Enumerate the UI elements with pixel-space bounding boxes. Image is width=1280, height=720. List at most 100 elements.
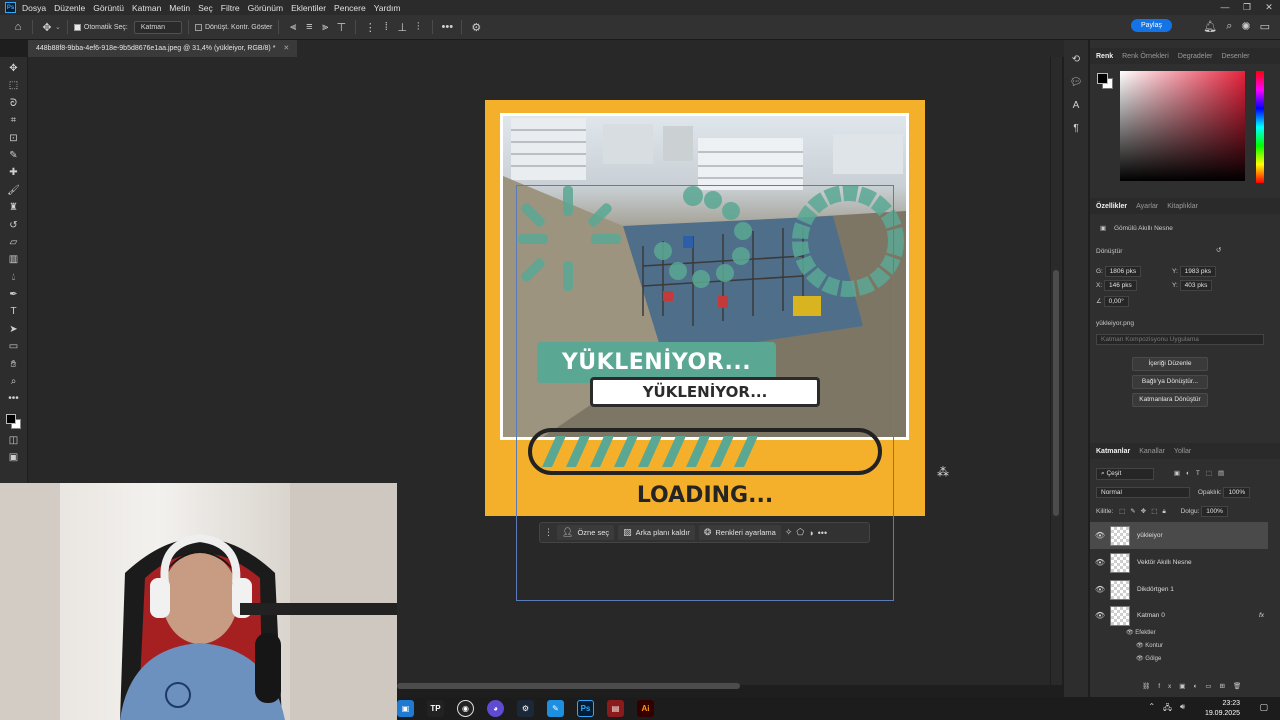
settings-gear-icon[interactable]: ⚙ bbox=[468, 21, 484, 34]
gradient-tool-icon[interactable]: ▥ bbox=[4, 251, 24, 268]
rectangle-tool-icon[interactable]: ▭ bbox=[4, 338, 24, 355]
distribute-horizontal-icon[interactable]: ⫶ bbox=[410, 21, 426, 34]
effect-stroke-row[interactable]: 👁︎ Kontur bbox=[1136, 642, 1163, 649]
height-field[interactable]: 1983 pks bbox=[1179, 266, 1216, 277]
convert-to-layers-button[interactable]: Katmanlara Dönüştür bbox=[1132, 393, 1208, 407]
character-icon[interactable]: A bbox=[1073, 100, 1080, 111]
chevron-up-icon[interactable]: ⌃ bbox=[1148, 702, 1155, 716]
workspace-icon[interactable]: ▭ bbox=[1260, 20, 1270, 33]
tab-adjustments[interactable]: Ayarlar bbox=[1136, 203, 1158, 210]
tab-channels[interactable]: Kanallar bbox=[1139, 448, 1165, 455]
screen-mode-icon[interactable]: ▣ bbox=[4, 449, 24, 466]
transform-icon[interactable]: ⬠ bbox=[796, 527, 804, 538]
illustrator-icon[interactable]: Ai bbox=[637, 700, 654, 717]
tab-properties[interactable]: Özellikler bbox=[1096, 203, 1127, 210]
brush-tool-icon[interactable]: 🖌︎ bbox=[4, 182, 24, 199]
distribute-center-icon[interactable]: ⁞ bbox=[378, 21, 394, 33]
adjustment-icon[interactable]: ◑ bbox=[808, 528, 813, 538]
quick-mask-icon[interactable]: ◫ bbox=[4, 432, 24, 449]
distribute-bottom-icon[interactable]: ⊥ bbox=[394, 21, 410, 34]
tab-libraries[interactable]: Kitaplıklar bbox=[1167, 203, 1198, 210]
paragraph-icon[interactable]: ¶ bbox=[1073, 123, 1078, 134]
system-clock[interactable]: 23:23 19.09.2025 bbox=[1205, 699, 1240, 719]
healing-brush-tool-icon[interactable]: ✚ bbox=[4, 164, 24, 181]
notification-icon[interactable]: ▢ bbox=[1259, 702, 1268, 713]
magic-wand-icon[interactable]: ✧ bbox=[785, 527, 793, 538]
vertical-scrollbar[interactable] bbox=[1051, 57, 1062, 685]
blur-tool-icon[interactable]: 💧︎ bbox=[4, 269, 24, 286]
tab-layers[interactable]: Katmanlar bbox=[1096, 448, 1130, 455]
align-right-icon[interactable]: ⫸ bbox=[317, 21, 333, 34]
share-button[interactable]: Paylaş bbox=[1130, 19, 1172, 32]
select-subject-button[interactable]: 👤︎ Özne seç bbox=[557, 525, 615, 540]
menu-katman[interactable]: Katman bbox=[132, 3, 161, 13]
fill-field[interactable]: 100% bbox=[1201, 506, 1228, 517]
editor-app-icon[interactable]: ✎ bbox=[547, 700, 564, 717]
edit-contents-button[interactable]: İçeriği Düzenle bbox=[1132, 357, 1208, 371]
obs-icon[interactable]: ◉ bbox=[457, 700, 474, 717]
search-icon[interactable]: ⌕ bbox=[1226, 20, 1232, 33]
lasso-tool-icon[interactable]: ᘐ bbox=[4, 95, 24, 112]
discover-bulb-icon[interactable]: ✺ bbox=[1241, 20, 1250, 33]
photoshop-taskbar-icon[interactable]: Ps bbox=[577, 700, 594, 717]
move-tool-icon[interactable]: ✥ bbox=[39, 21, 55, 34]
menu-duzenle[interactable]: Düzenle bbox=[54, 3, 85, 13]
menu-sec[interactable]: Seç bbox=[198, 3, 213, 13]
transform-controls-checkbox[interactable] bbox=[194, 23, 202, 31]
width-field[interactable]: 1806 pks bbox=[1104, 266, 1142, 277]
lock-icons[interactable]: ⬚✎✥⬚🔒︎ bbox=[1119, 508, 1171, 515]
network-icon[interactable]: 🖧︎ bbox=[1163, 702, 1172, 716]
tab-paths[interactable]: Yollar bbox=[1174, 448, 1191, 455]
foreground-color-swatch[interactable] bbox=[5, 413, 16, 424]
menu-eklentiler[interactable]: Eklentiler bbox=[291, 3, 326, 13]
app-icon[interactable]: ▣ bbox=[397, 700, 414, 717]
history-icon[interactable]: ⟲ bbox=[1072, 54, 1080, 65]
effect-shadow-row[interactable]: 👁︎ Gölge bbox=[1136, 655, 1161, 662]
fx-icon[interactable]: fx bbox=[1259, 612, 1264, 619]
eraser-tool-icon[interactable]: ▱ bbox=[4, 234, 24, 251]
auto-select-checkbox[interactable] bbox=[73, 23, 81, 31]
restore-icon[interactable]: ❐ bbox=[1236, 0, 1258, 15]
history-brush-tool-icon[interactable]: ↺ bbox=[4, 217, 24, 234]
convert-to-linked-button[interactable]: Bağlı'ya Dönüştür... bbox=[1132, 375, 1208, 389]
home-icon[interactable]: ⌂ bbox=[10, 21, 26, 33]
layers-footer-icons[interactable]: ⛓fx▣◐▭⊞🗑︎ bbox=[1142, 682, 1249, 690]
object-select-tool-icon[interactable]: ⊡ bbox=[4, 130, 24, 147]
minimize-icon[interactable]: — bbox=[1214, 0, 1236, 15]
layer-comp-select[interactable]: Katman Kompozisyonu Uygulama bbox=[1096, 334, 1264, 345]
visibility-eye-icon[interactable]: 👁︎ bbox=[1090, 558, 1110, 567]
hue-slider[interactable] bbox=[1256, 71, 1264, 183]
align-top-icon[interactable]: ⊤ bbox=[333, 21, 349, 34]
move-tool-icon[interactable]: ✥ bbox=[4, 60, 24, 77]
more-options-icon[interactable]: ••• bbox=[439, 21, 455, 33]
scroll-thumb[interactable] bbox=[1053, 270, 1059, 516]
steam-icon[interactable]: ⚙ bbox=[517, 700, 534, 717]
y-field[interactable]: 403 pks bbox=[1179, 280, 1213, 291]
document-tab[interactable]: 448b88f8-9bba-4ef6-918e-9b5d8676e1aa.jpe… bbox=[28, 40, 298, 57]
visibility-eye-icon[interactable]: 👁︎ bbox=[1090, 531, 1110, 540]
layer-filter-icons[interactable]: ▣◐T⬚▤ bbox=[1174, 470, 1230, 477]
crop-tool-icon[interactable]: ⌗ bbox=[4, 112, 24, 129]
visibility-eye-icon[interactable]: 👁︎ bbox=[1126, 630, 1134, 636]
menu-metin[interactable]: Metin bbox=[169, 3, 190, 13]
visibility-eye-icon[interactable]: 👁︎ bbox=[1136, 656, 1144, 662]
notifications-bell-icon[interactable]: 🔔︎ bbox=[1203, 20, 1217, 33]
type-tool-icon[interactable]: T bbox=[4, 303, 24, 320]
angle-field[interactable]: 0,00° bbox=[1103, 296, 1129, 307]
tab-color[interactable]: Renk bbox=[1096, 53, 1113, 60]
photoshop-logo[interactable]: Ps bbox=[5, 2, 16, 13]
visibility-eye-icon[interactable]: 👁︎ bbox=[1090, 611, 1110, 620]
layer-row[interactable]: 👁︎ Vektör Akıllı Nesne bbox=[1090, 549, 1268, 576]
menu-yardim[interactable]: Yardım bbox=[374, 3, 401, 13]
layer-filter-dropdown[interactable]: ⌕ Çeşit bbox=[1096, 468, 1154, 480]
menu-filtre[interactable]: Filtre bbox=[221, 3, 240, 13]
layer-row[interactable]: 👁︎ Dikdörtgen 1 bbox=[1090, 576, 1268, 603]
clone-stamp-tool-icon[interactable]: ♜ bbox=[4, 199, 24, 216]
eyedropper-tool-icon[interactable]: ✎ bbox=[4, 147, 24, 164]
remove-background-button[interactable]: ▨ Arka planı kaldır bbox=[618, 525, 695, 540]
distribute-icon[interactable]: ⋮ bbox=[362, 21, 378, 34]
color-swatches[interactable] bbox=[4, 412, 24, 432]
more-icon[interactable]: ••• bbox=[818, 528, 827, 538]
visibility-eye-icon[interactable]: 👁︎ bbox=[1136, 643, 1144, 649]
tp-app-icon[interactable]: TP bbox=[427, 700, 444, 717]
